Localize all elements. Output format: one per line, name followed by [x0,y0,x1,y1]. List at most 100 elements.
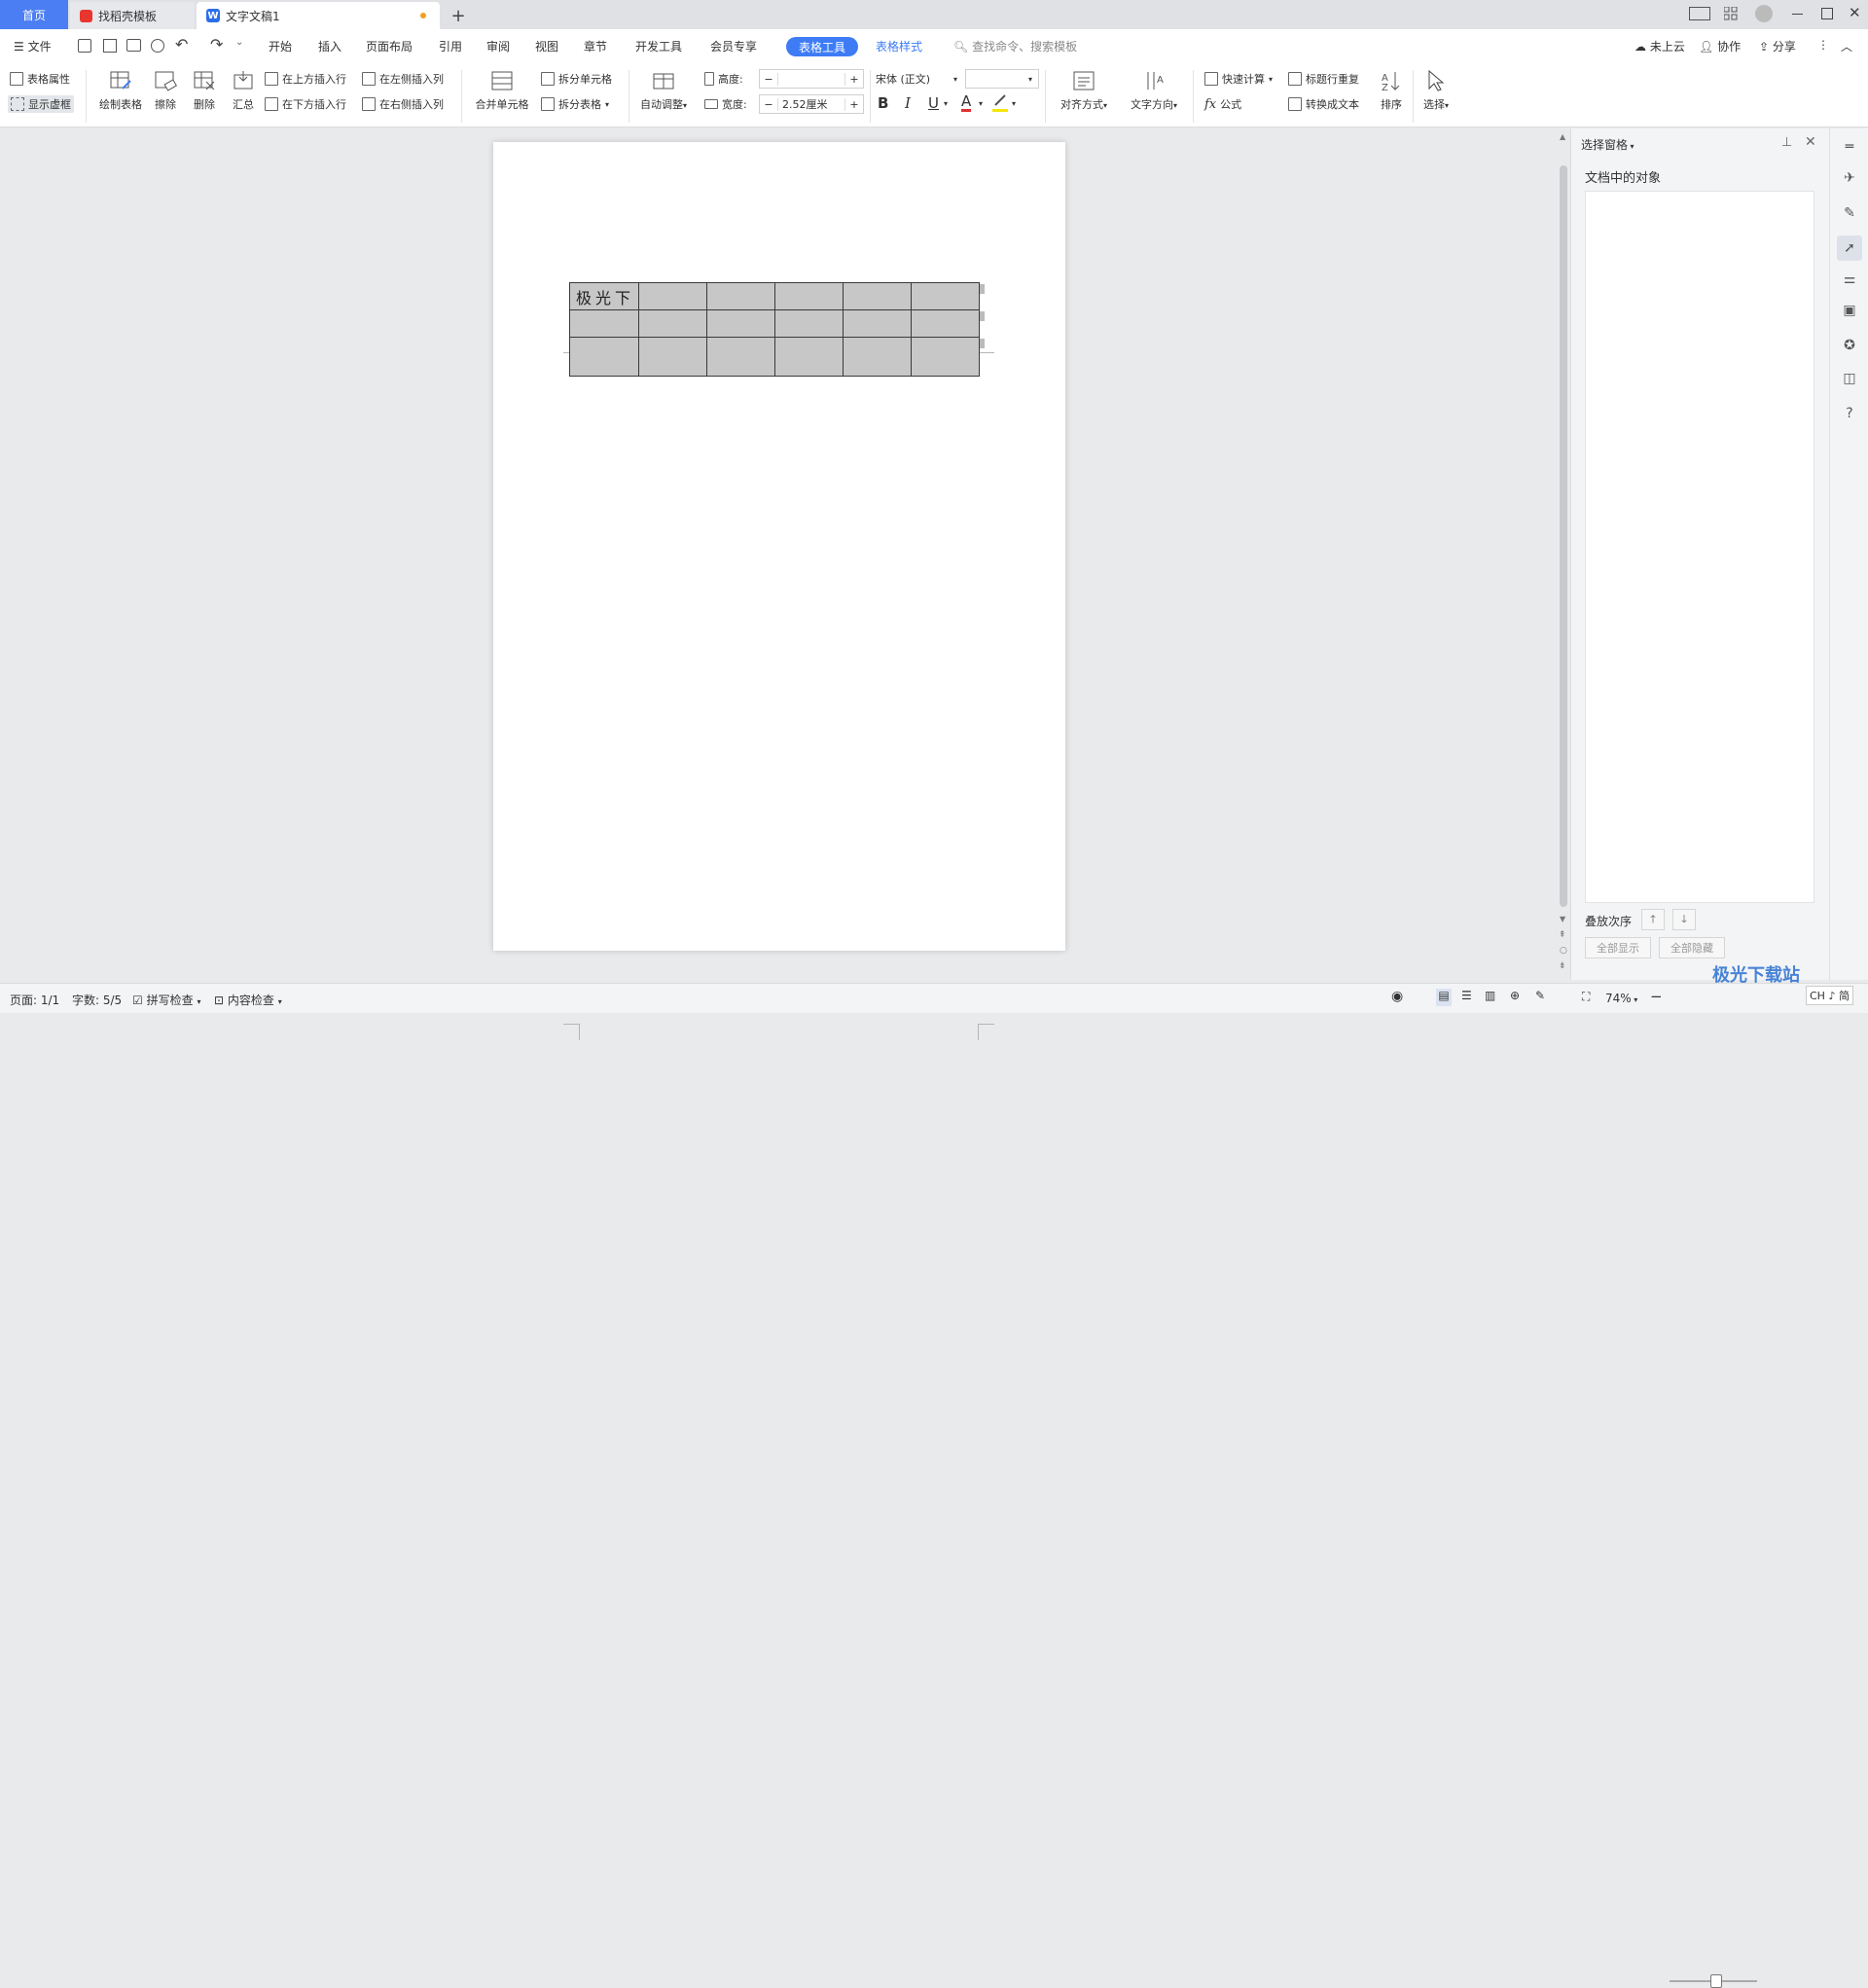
pane-title[interactable]: 选择窗格 ▾ [1581,136,1634,153]
settings-sliders-icon[interactable]: ⚌ [1841,271,1858,288]
vertical-scrollbar[interactable]: ▲ ▼ ⇞ ○ ⇟ [1557,128,1570,980]
table-cell[interactable] [911,309,980,338]
table-cell[interactable] [911,337,980,377]
fit-page-icon[interactable]: ⛶ [1582,990,1590,1004]
help-icon[interactable]: ? [1841,405,1858,422]
hide-all-button[interactable]: 全部隐藏 [1659,937,1725,958]
height-stepper[interactable]: − + [759,69,864,89]
zoom-level[interactable]: 74% ▾ [1605,992,1637,1005]
menu-references[interactable]: 引用 [439,38,462,54]
redo-icon[interactable]: ↷ [210,35,223,54]
outline-view-icon[interactable]: ☰ [1461,989,1472,1002]
close-pane-icon[interactable]: ✕ [1805,134,1816,150]
select-browse-icon[interactable]: ○ [1560,946,1567,956]
menu-start[interactable]: 开始 [269,38,292,54]
tab-table-tools[interactable]: 表格工具 [786,37,858,56]
show-gridlines-button[interactable]: 显示虚框 [8,95,74,113]
next-page-icon[interactable]: ⇟ [1559,961,1566,971]
merge-cells-button[interactable]: 合并单元格 [471,68,533,112]
width-increment-button[interactable]: + [844,97,863,111]
highlight-icon[interactable] [992,93,1008,112]
table-cell[interactable] [843,282,912,310]
table-cell[interactable] [638,282,707,310]
rocket-icon[interactable]: ✈ [1841,169,1858,187]
table-cell[interactable] [774,282,844,310]
underline-button[interactable]: U [928,94,939,112]
scrollbar-thumb[interactable] [1560,165,1567,907]
menu-insert[interactable]: 插入 [318,38,341,54]
tab-home[interactable]: 首页 [0,0,68,29]
zoom-out-button[interactable]: − [1650,988,1663,1005]
avatar[interactable] [1755,5,1773,22]
document-page[interactable]: 极光下 [493,142,1065,1040]
share-button[interactable]: ⇪ 分享 [1759,38,1796,54]
word-count[interactable]: 字数: 5/5 [72,992,122,1008]
command-search[interactable]: 🔍︎ 查找命令、搜索模板 [953,38,1077,54]
collapse-handle-icon[interactable]: ═ [1841,138,1858,156]
compass-icon[interactable]: ✪ [1841,337,1858,354]
table-cell[interactable] [706,337,775,377]
show-all-button[interactable]: 全部显示 [1585,937,1651,958]
chevron-down-icon[interactable]: ▾ [944,99,948,108]
objects-list[interactable] [1585,191,1814,903]
eye-protection-icon[interactable]: ◉ [1391,989,1403,1004]
height-increment-button[interactable]: + [844,72,863,86]
insert-col-right-button[interactable]: 在右侧插入列 [362,95,444,113]
print-icon[interactable] [126,39,141,52]
text-direction-button[interactable]: A 文字方向▾ [1123,68,1185,112]
italic-button[interactable]: I [905,94,911,112]
insert-row-below-button[interactable]: 在下方插入行 [265,95,346,113]
table-cell[interactable] [843,337,912,377]
summary-button[interactable]: 汇总 [224,68,263,112]
table-cell[interactable] [706,282,775,310]
draw-table-button[interactable]: 绘制表格 [95,68,146,112]
page-view-icon[interactable]: ▤ [1436,989,1452,1006]
content-check-button[interactable]: ⊡ 内容检查 ▾ [214,992,282,1008]
table-cell[interactable] [774,309,844,338]
close-window-icon[interactable]: ✕ [1849,4,1861,21]
more-icon[interactable]: ⋮ [1817,38,1829,52]
scroll-down-icon[interactable]: ▼ [1560,915,1565,923]
document-table[interactable]: 极光下 [569,282,980,377]
pen-edit-icon[interactable]: ✎ [1841,204,1858,222]
page-count[interactable]: 页面: 1/1 [10,992,59,1008]
auto-fit-button[interactable]: 自动调整▾ [634,68,693,112]
header-repeat-button[interactable]: 标题行重复 [1288,70,1359,88]
table-cell[interactable] [569,337,639,377]
align-button[interactable]: 对齐方式▾ [1053,68,1115,112]
table-cell[interactable] [706,309,775,338]
apps-grid-icon[interactable] [1723,6,1738,20]
bring-forward-button[interactable]: 🡑 [1641,909,1665,930]
convert-to-text-button[interactable]: 转换成文本 [1288,95,1359,113]
menu-membership[interactable]: 会员专享 [710,38,757,54]
restore-icon[interactable] [1821,8,1833,19]
height-decrement-button[interactable]: − [760,72,778,86]
tab-template[interactable]: 找稻壳模板 [70,2,195,29]
table-cell[interactable] [638,309,707,338]
select-cursor-icon[interactable]: ➚ [1837,235,1862,261]
erase-button[interactable]: 擦除 [146,68,185,112]
ime-indicator[interactable]: CH ♪ 简 [1806,986,1853,1005]
width-stepper[interactable]: − 2.52厘米 + [759,94,864,114]
send-backward-button[interactable]: 🡓 [1672,909,1696,930]
delete-button[interactable]: 删除 [185,68,224,112]
pin-icon[interactable]: ⊥ [1781,135,1792,150]
insert-col-left-button[interactable]: 在左侧插入列 [362,70,444,88]
font-name-select[interactable]: 宋体 (正文) ▾ [874,69,963,89]
width-input[interactable]: 2.52厘米 [778,96,844,112]
undo-icon[interactable]: ↶ [175,35,188,54]
table-cell[interactable] [911,282,980,310]
customize-dropdown-icon[interactable]: ⌄ [235,37,243,48]
table-cell[interactable] [774,337,844,377]
menu-chapter[interactable]: 章节 [584,38,607,54]
zoom-slider-thumb[interactable] [1710,1974,1722,1988]
collapse-ribbon-icon[interactable]: ︿ [1841,38,1852,54]
quick-calc-button[interactable]: 快速计算 ▾ [1204,70,1273,88]
image-icon[interactable]: ▣ [1841,302,1858,319]
font-color-icon[interactable]: A [961,93,972,112]
menu-developer[interactable]: 开发工具 [635,38,682,54]
file-menu[interactable]: ☰ 文件 [14,38,52,54]
spell-check-button[interactable]: ☑ 拼写检查 ▾ [132,992,200,1008]
chevron-down-icon[interactable]: ▾ [1012,99,1016,108]
insert-row-above-button[interactable]: 在上方插入行 [265,70,346,88]
